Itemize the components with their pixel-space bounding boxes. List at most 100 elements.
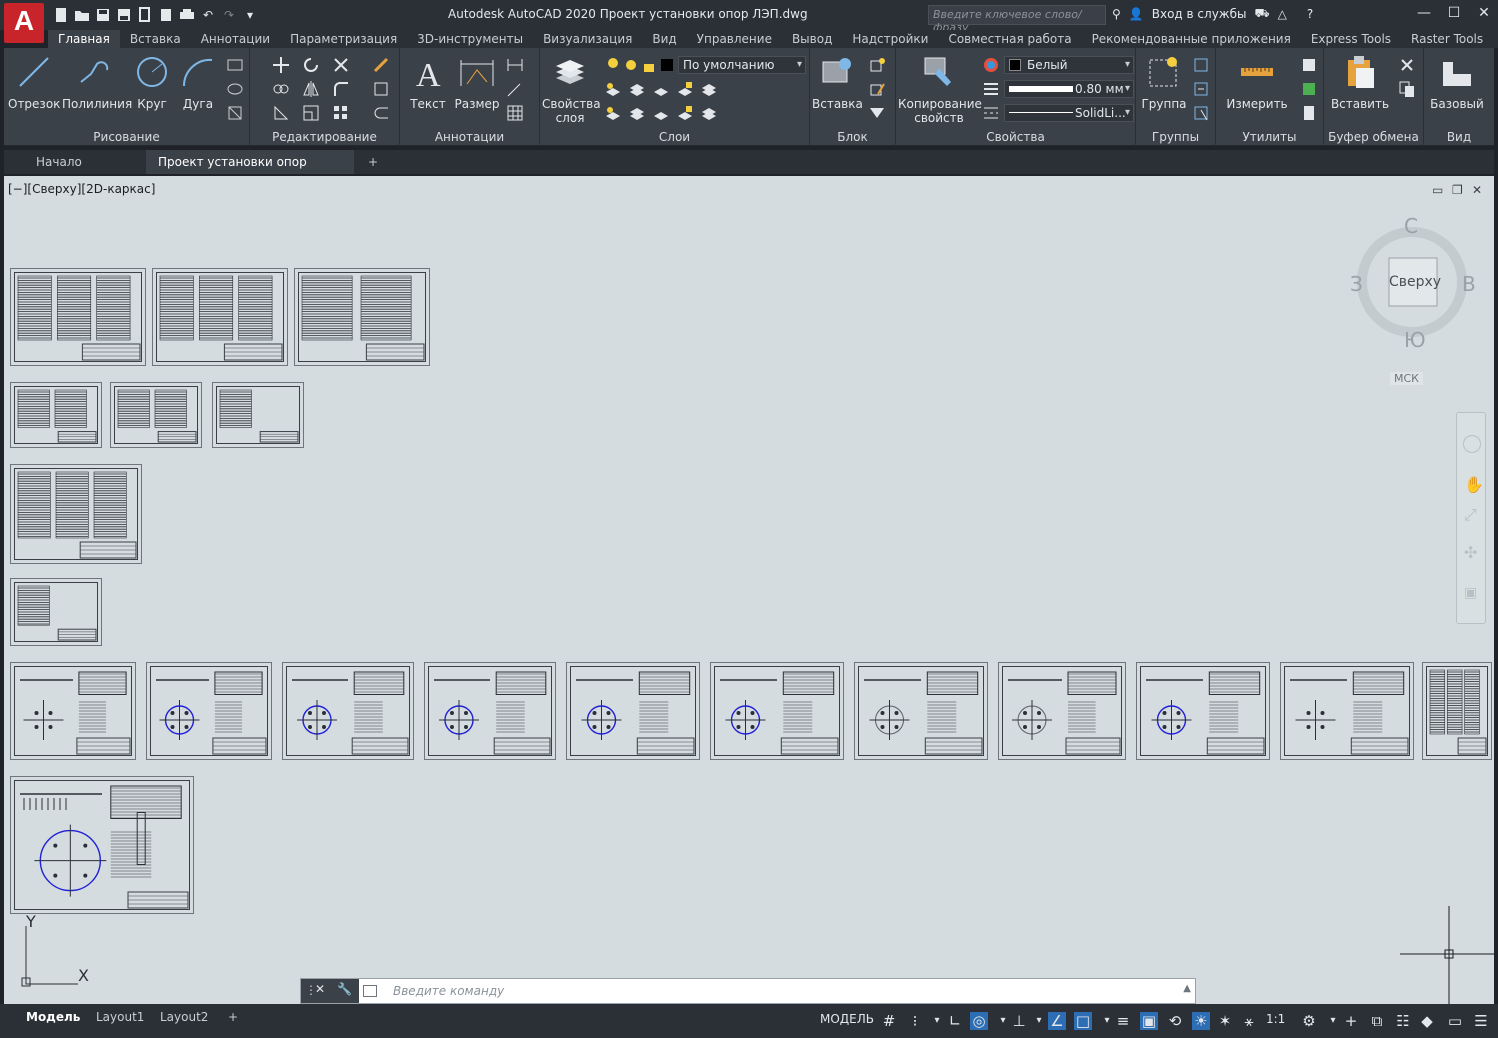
circle-button[interactable]: Круг	[132, 54, 172, 111]
lineweight-toggle-icon[interactable]: ≡	[1114, 1012, 1132, 1030]
layer-tool-2-icon[interactable]	[628, 80, 646, 98]
clean-screen-icon[interactable]: ▭	[1446, 1012, 1464, 1030]
leader-icon[interactable]	[506, 80, 524, 98]
layout-tab-add[interactable]: +	[220, 1007, 246, 1027]
quick-select-icon[interactable]	[1300, 56, 1318, 74]
match-properties-button[interactable]: Копирование свойств	[898, 54, 982, 125]
move-icon[interactable]	[272, 56, 290, 74]
panel-title-layers[interactable]: Слои	[540, 130, 809, 144]
fillet-icon[interactable]	[332, 80, 350, 98]
ribbon-tab-10[interactable]: Совместная работа	[938, 30, 1081, 48]
plot-preview-icon[interactable]	[157, 6, 175, 24]
drawing-sheet[interactable]	[10, 382, 102, 448]
drawing-sheet[interactable]	[152, 268, 288, 366]
snap-icon[interactable]: ⁝	[906, 1012, 924, 1030]
command-expand-icon[interactable]: ▲	[1183, 983, 1191, 994]
drawing-sheet[interactable]	[10, 268, 146, 366]
dimension-button[interactable]: Размер	[452, 54, 502, 111]
trim-icon[interactable]	[332, 56, 350, 74]
pan-hand-icon[interactable]: ✋	[1464, 475, 1484, 494]
linear-dim-icon[interactable]	[506, 56, 524, 74]
linetype-dropdown[interactable]: SolidLi...	[1004, 104, 1134, 122]
layer-tool-5-icon[interactable]	[700, 80, 718, 98]
ribbon-tab-0[interactable]: Главная	[48, 30, 120, 48]
annotation-visibility-icon[interactable]: ☀	[1192, 1012, 1210, 1030]
panel-title-draw[interactable]: Рисование	[4, 130, 249, 144]
layer-tool-7-icon[interactable]	[628, 104, 646, 122]
drawing-sheet[interactable]	[710, 662, 844, 760]
measure-button[interactable]: Измерить	[1220, 54, 1294, 111]
ortho-icon[interactable]: ∟	[946, 1012, 964, 1030]
ucs-dropdown[interactable]: МСК	[1390, 372, 1423, 385]
maximize-icon[interactable]: ☐	[1446, 4, 1462, 22]
annotation-scale-icon[interactable]: ⚹	[1240, 1012, 1258, 1030]
layer-tool-3-icon[interactable]	[652, 80, 670, 98]
stretch-icon[interactable]	[272, 104, 290, 122]
customization-icon[interactable]: ☰	[1472, 1012, 1490, 1030]
scale-icon[interactable]	[302, 104, 320, 122]
drawing-sheet[interactable]	[566, 662, 700, 760]
offset-icon[interactable]	[372, 104, 390, 122]
polar-icon[interactable]: ◎	[970, 1012, 988, 1030]
snap-dropdown-icon[interactable]: ▾	[928, 1012, 946, 1030]
drawing-sheet[interactable]	[146, 662, 272, 760]
orbit-icon[interactable]: ✣	[1464, 543, 1477, 562]
isodraft-icon[interactable]: ⊥	[1010, 1012, 1028, 1030]
command-close-icon[interactable]: ✕	[315, 982, 325, 996]
panel-title-utilities[interactable]: Утилиты	[1216, 130, 1323, 144]
insert-block-button[interactable]: Вставка	[812, 54, 863, 111]
steering-wheel-icon[interactable]	[1463, 435, 1481, 453]
viewcube-south[interactable]: Ю	[1404, 328, 1426, 352]
minimize-icon[interactable]: —	[1416, 4, 1432, 22]
paste-button[interactable]: Вставить	[1328, 54, 1392, 111]
panel-title-properties[interactable]: Свойства	[896, 130, 1135, 144]
publish-icon[interactable]	[136, 6, 154, 24]
open-file-icon[interactable]	[73, 6, 91, 24]
ungroup-icon[interactable]	[1192, 56, 1210, 74]
boundary-icon[interactable]	[226, 104, 244, 122]
tab-start[interactable]: Начало	[24, 150, 94, 174]
copy-clip-icon[interactable]	[1398, 80, 1416, 98]
redo-icon[interactable]: ↷	[220, 6, 238, 24]
select-all-icon[interactable]	[1300, 80, 1318, 98]
isolate-objects-icon[interactable]: ◆	[1418, 1012, 1436, 1030]
drawing-sheet[interactable]	[294, 268, 430, 366]
ribbon-tab-5[interactable]: Визуализация	[533, 30, 642, 48]
table-icon[interactable]	[506, 104, 524, 122]
selection-cycling-icon[interactable]: ⟲	[1166, 1012, 1184, 1030]
tab-current-drawing[interactable]: Проект установки опор ЛЭП*✕	[146, 150, 354, 193]
drawing-sheet[interactable]	[10, 578, 102, 646]
drawing-sheet[interactable]	[10, 464, 142, 564]
explode-icon[interactable]	[372, 80, 390, 98]
rectangle-icon[interactable]	[226, 56, 244, 74]
drawing-sheet[interactable]	[10, 776, 194, 914]
close-icon[interactable]: ✕	[1476, 4, 1492, 22]
ribbon-tab-12[interactable]: Express Tools	[1301, 30, 1401, 48]
layer-tool-8-icon[interactable]	[652, 104, 670, 122]
drawing-sheet[interactable]	[1280, 662, 1414, 760]
drawing-sheet[interactable]	[998, 662, 1126, 760]
rotate-icon[interactable]	[302, 56, 320, 74]
viewport-close-icon[interactable]: ✕	[1472, 184, 1484, 196]
ribbon-tab-3[interactable]: Параметризация	[280, 30, 407, 48]
lineweight-dropdown[interactable]: 0.80 мм	[1004, 80, 1134, 98]
ribbon-tab-13[interactable]: Raster Tools	[1401, 30, 1493, 48]
command-customize-icon[interactable]: 🔧	[337, 982, 352, 996]
viewport-restore-icon[interactable]: ❐	[1452, 184, 1464, 196]
cart-icon[interactable]: ⛟	[1254, 6, 1269, 22]
arc-button[interactable]: Дуга	[178, 54, 218, 111]
workspace-dropdown-icon[interactable]: ▾	[1324, 1012, 1342, 1030]
print-icon[interactable]	[178, 6, 196, 24]
object-snap-tracking-icon[interactable]: ∠	[1048, 1012, 1066, 1030]
viewport-minimize-icon[interactable]: ▭	[1432, 184, 1444, 196]
calculator-icon[interactable]	[1300, 104, 1318, 122]
group-edit-icon[interactable]	[1192, 80, 1210, 98]
isodraft-dropdown-icon[interactable]: ▾	[1030, 1012, 1048, 1030]
ribbon-tab-8[interactable]: Вывод	[782, 30, 842, 48]
drawing-sheet[interactable]	[10, 662, 136, 760]
new-tab-button[interactable]: +	[356, 150, 390, 174]
a360-icon[interactable]: △	[1278, 7, 1287, 21]
save-icon[interactable]	[94, 6, 112, 24]
ribbon-tab-4[interactable]: 3D-инструменты	[407, 30, 533, 48]
viewcube-north[interactable]: С	[1404, 214, 1418, 238]
